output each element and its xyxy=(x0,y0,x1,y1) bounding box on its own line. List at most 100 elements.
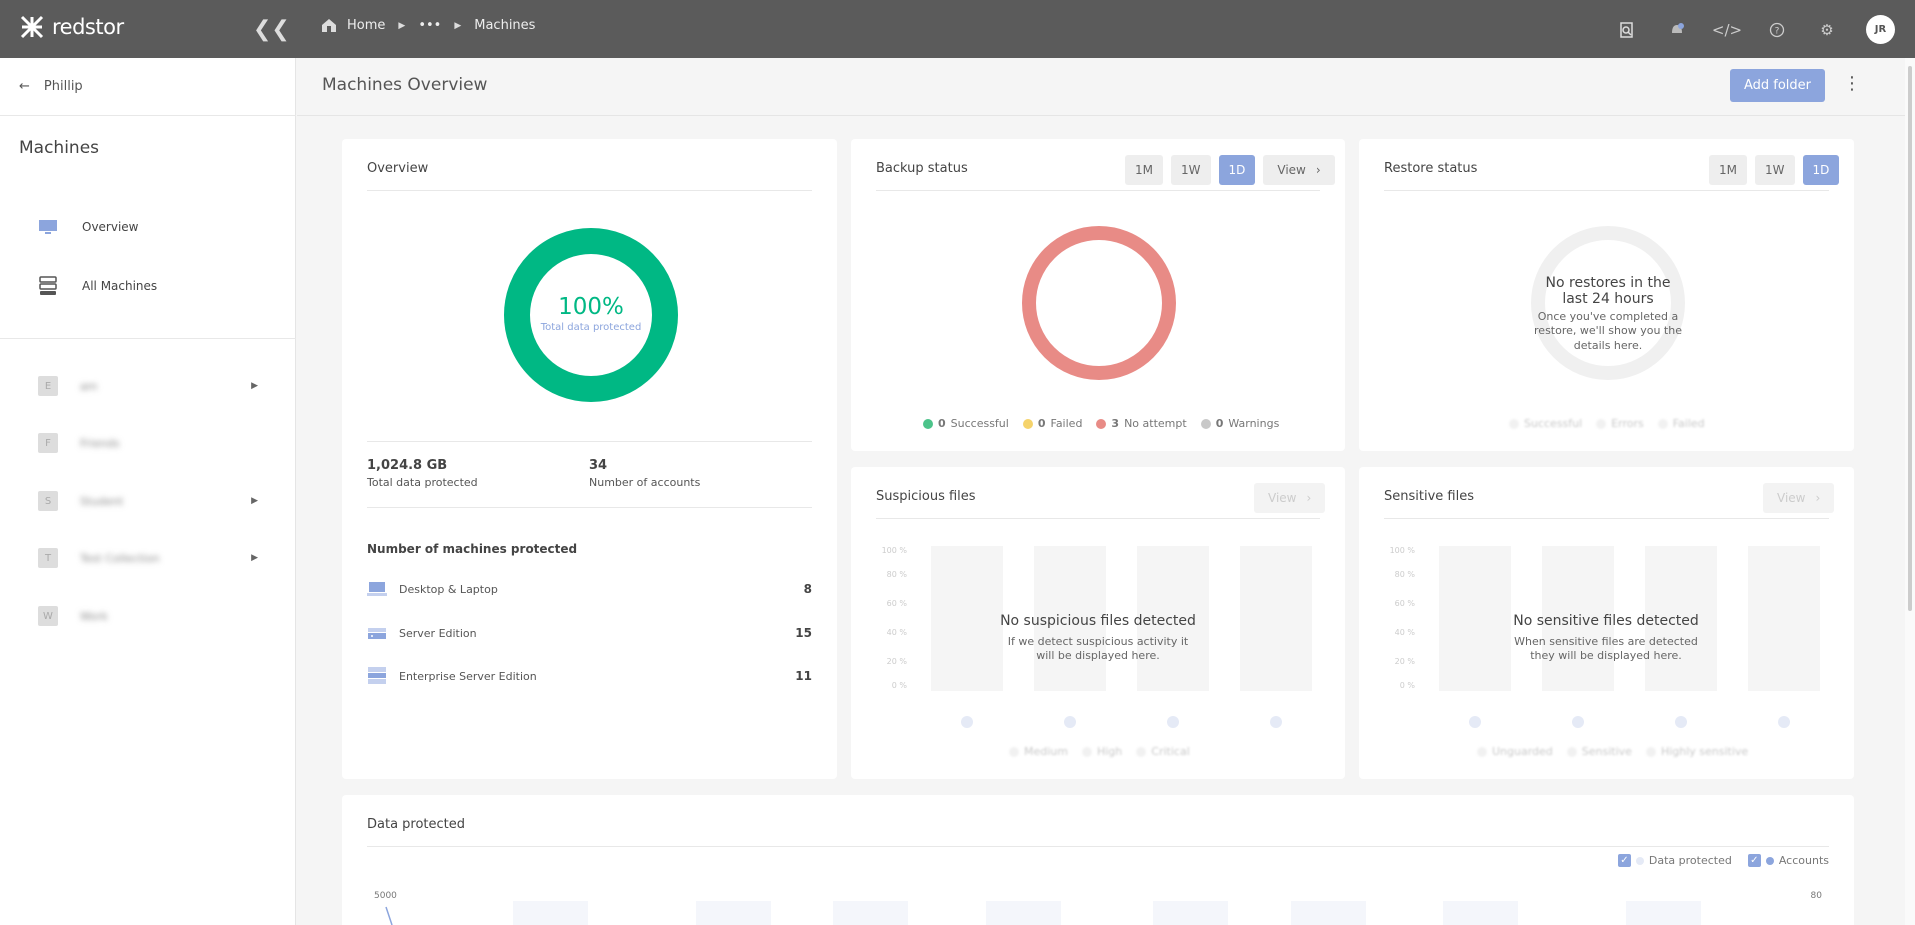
more-options-icon[interactable]: ⋮ xyxy=(1843,73,1861,94)
y-tick: 40 % xyxy=(1394,628,1415,637)
legend-dot xyxy=(1645,746,1656,757)
data-protected-legend: ✓ Data protected ✓ Accounts xyxy=(1617,854,1829,867)
vertical-scrollbar[interactable] xyxy=(1905,58,1915,925)
group-letter: S xyxy=(38,491,58,511)
legend-label: No attempt xyxy=(1124,417,1187,430)
period-1w-button[interactable]: 1W xyxy=(1171,155,1211,185)
accounts-label: Number of accounts xyxy=(589,476,701,489)
period-1d-button[interactable]: 1D xyxy=(1802,155,1840,185)
card-title: Overview xyxy=(367,161,429,176)
divider xyxy=(1384,190,1829,191)
machine-row: Server Edition 15 xyxy=(367,624,812,642)
placeholder-bar xyxy=(696,901,771,925)
legend-label: Warnings xyxy=(1228,417,1280,430)
collapse-sidebar-icon[interactable]: ❮❮ xyxy=(253,17,290,42)
legend-item: Failed xyxy=(1657,417,1705,430)
chevron-right-icon: › xyxy=(1815,491,1821,505)
add-folder-button[interactable]: Add folder xyxy=(1730,69,1825,102)
sidebar-item-label: Overview xyxy=(82,220,139,234)
search-file-icon[interactable] xyxy=(1616,19,1638,41)
sidebar-group[interactable]: S Student ▶ xyxy=(38,491,258,511)
server-icon xyxy=(368,628,386,639)
help-icon[interactable]: ? xyxy=(1766,19,1788,41)
breadcrumb-home[interactable]: Home xyxy=(347,18,385,33)
sidebar-group[interactable]: W Work xyxy=(38,606,258,626)
legend-dot xyxy=(1200,418,1211,429)
data-protected-card: Data protected ✓ Data protected ✓ Accoun… xyxy=(342,795,1854,925)
empty-title: No suspicious files detected xyxy=(1000,613,1196,629)
caret-right-icon[interactable]: ▶ xyxy=(251,496,258,506)
legend-item-failed: 0 Failed xyxy=(1022,417,1082,430)
legend-label: Unguarded xyxy=(1492,745,1553,758)
legend-count: 0 xyxy=(938,417,946,430)
scrollbar-thumb[interactable] xyxy=(1908,66,1912,611)
placeholder-dot xyxy=(1167,716,1179,728)
settings-gear-icon[interactable]: ⚙ xyxy=(1816,19,1838,41)
view-button[interactable]: View › xyxy=(1763,483,1835,513)
checkbox-checked-icon[interactable]: ✓ xyxy=(1617,854,1631,867)
legend-count: 3 xyxy=(1111,417,1120,430)
sidebar-group[interactable]: E am ▶ xyxy=(38,376,258,396)
restore-empty-state: No restores in the last 24 hours Once yo… xyxy=(1533,275,1683,353)
legend-label: High xyxy=(1096,745,1123,758)
legend-label: Errors xyxy=(1611,417,1644,430)
view-button[interactable]: View › xyxy=(1263,155,1335,185)
group-name: Test Collection xyxy=(80,551,160,565)
sidebar-item-all-machines[interactable]: All Machines xyxy=(38,276,157,296)
period-1m-button[interactable]: 1M xyxy=(1125,155,1163,185)
redstor-logo[interactable]: redstor xyxy=(20,15,124,39)
breadcrumb-ellipsis[interactable]: ••• xyxy=(418,18,441,33)
placeholder-bar xyxy=(1748,546,1820,691)
legend-dot xyxy=(1657,418,1668,429)
percent-label: Total data protected xyxy=(540,322,642,333)
divider xyxy=(367,846,1829,847)
caret-right-icon[interactable]: ▶ xyxy=(251,381,258,391)
code-icon[interactable]: </> xyxy=(1712,19,1742,41)
sidebar-item-overview[interactable]: Overview xyxy=(38,219,139,235)
placeholder-dot xyxy=(1064,716,1076,728)
total-data-stat: 1,024.8 GB Total data protected xyxy=(367,458,478,489)
legend-toggle-data-protected[interactable]: ✓ Data protected xyxy=(1617,854,1732,867)
placeholder-dot xyxy=(961,716,973,728)
y-tick: 100 % xyxy=(1389,546,1415,555)
sidebar-group[interactable]: F Friends xyxy=(38,433,258,453)
chevron-right-icon: ▶ xyxy=(454,20,462,31)
legend-dot xyxy=(1635,856,1644,865)
y-axis-right-top: 80 xyxy=(1810,891,1822,901)
machine-label: Desktop & Laptop xyxy=(399,582,498,596)
placeholder-dot xyxy=(1270,716,1282,728)
notification-icon[interactable] xyxy=(1666,19,1688,41)
placeholder-bar xyxy=(833,901,908,925)
main-header: Machines Overview Add folder ⋮ xyxy=(297,58,1915,116)
y-tick: 60 % xyxy=(1394,599,1415,608)
view-button-wrap: View › xyxy=(1254,483,1326,513)
legend-item: Sensitive xyxy=(1566,745,1632,758)
breadcrumb-current: Machines xyxy=(474,18,536,33)
period-1d-button[interactable]: 1D xyxy=(1218,155,1256,185)
percent-value: 100% xyxy=(558,294,624,320)
legend-dot xyxy=(1509,418,1519,429)
laptop-icon xyxy=(367,582,387,596)
view-button[interactable]: View › xyxy=(1254,483,1326,513)
card-title: Sensitive files xyxy=(1384,489,1474,504)
period-1w-button[interactable]: 1W xyxy=(1755,155,1795,185)
card-title: Data protected xyxy=(367,817,466,832)
caret-right-icon[interactable]: ▶ xyxy=(251,553,258,563)
legend-toggle-accounts[interactable]: ✓ Accounts xyxy=(1747,854,1829,867)
home-icon[interactable] xyxy=(321,18,337,33)
checkbox-checked-icon[interactable]: ✓ xyxy=(1747,854,1761,867)
group-letter: E xyxy=(38,376,58,396)
y-tick: 20 % xyxy=(1394,657,1415,666)
period-1m-button[interactable]: 1M xyxy=(1709,155,1747,185)
legend-item: Critical xyxy=(1136,745,1190,758)
placeholder-bar xyxy=(986,901,1061,925)
sidebar-group[interactable]: T Test Collection ▶ xyxy=(38,548,258,568)
legend-item: Errors xyxy=(1596,417,1644,430)
back-link[interactable]: ← Phillip xyxy=(19,79,83,94)
svg-text:?: ? xyxy=(1775,26,1780,36)
legend-dot xyxy=(1022,418,1033,429)
y-tick: 0 % xyxy=(1399,681,1415,690)
legend-item: Successful xyxy=(1509,417,1582,430)
user-avatar[interactable]: JR xyxy=(1866,15,1895,44)
group-name: Work xyxy=(80,609,108,623)
